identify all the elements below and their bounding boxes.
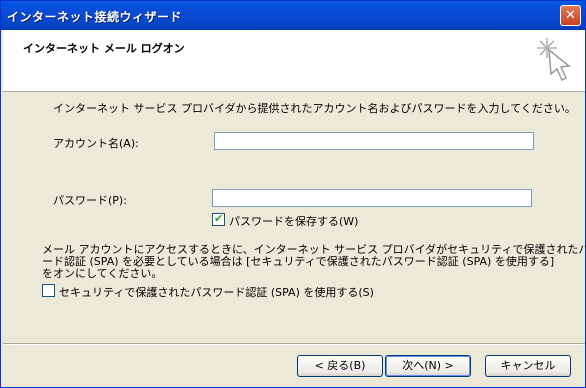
button-separator: [3, 343, 585, 345]
password-label: パスワード(P):: [53, 194, 127, 207]
save-password-label[interactable]: パスワードを保存する(W): [229, 213, 358, 229]
wizard-window: インターネット接続ウィザード ✕ インターネット メール ログオン インターネッ…: [0, 0, 586, 388]
page-title: インターネット メール ログオン: [23, 42, 185, 55]
window-title: インターネット接続ウィザード: [7, 10, 183, 24]
wizard-sparkle-icon: [537, 38, 571, 82]
close-button[interactable]: ✕: [560, 5, 581, 26]
spa-note-line3: をオンにしてください。: [42, 267, 163, 280]
save-password-checkbox[interactable]: [212, 212, 225, 226]
account-label: アカウント名(A):: [53, 137, 139, 150]
next-button[interactable]: 次へ(N) >: [385, 355, 471, 377]
cancel-button[interactable]: キャンセル: [485, 355, 571, 377]
back-button[interactable]: < 戻る(B): [297, 355, 383, 377]
password-input[interactable]: [212, 189, 532, 207]
intro-text: インターネット サービス プロバイダから提供されたアカウント名およびパスワードを…: [53, 102, 576, 115]
spa-checkbox[interactable]: [42, 284, 55, 297]
title-bar[interactable]: インターネット接続ウィザード ✕: [1, 1, 585, 30]
spa-label[interactable]: セキュリティで保護されたパスワード認証 (SPA) を使用する(S): [59, 284, 374, 300]
wizard-header: インターネット メール ログオン: [3, 30, 585, 92]
account-name-input[interactable]: [214, 132, 534, 150]
